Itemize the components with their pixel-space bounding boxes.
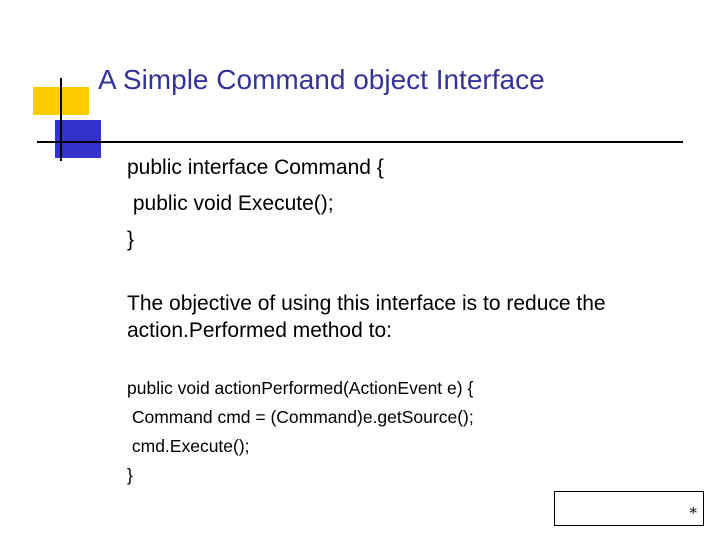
code-line: } — [127, 465, 133, 485]
code-line: Command cmd = (Command)e.getSource(); — [127, 407, 474, 427]
slide-title: A Simple Command object Interface — [98, 64, 545, 95]
code-line: public interface Command { — [127, 156, 384, 179]
code-line: public void actionPerformed(ActionEvent … — [127, 378, 474, 398]
title-underline — [37, 141, 683, 143]
code-line: cmd.Execute(); — [127, 436, 250, 456]
footer-mark: * — [689, 504, 698, 522]
decorative-vertical-line — [60, 78, 62, 161]
code-line: } — [127, 228, 135, 251]
paragraph-line: action.Performed method to: — [127, 319, 392, 342]
paragraph-line: The objective of using this interface is… — [127, 292, 606, 315]
footer-box: * — [554, 491, 704, 526]
code-line: public void Execute(); — [127, 192, 334, 215]
